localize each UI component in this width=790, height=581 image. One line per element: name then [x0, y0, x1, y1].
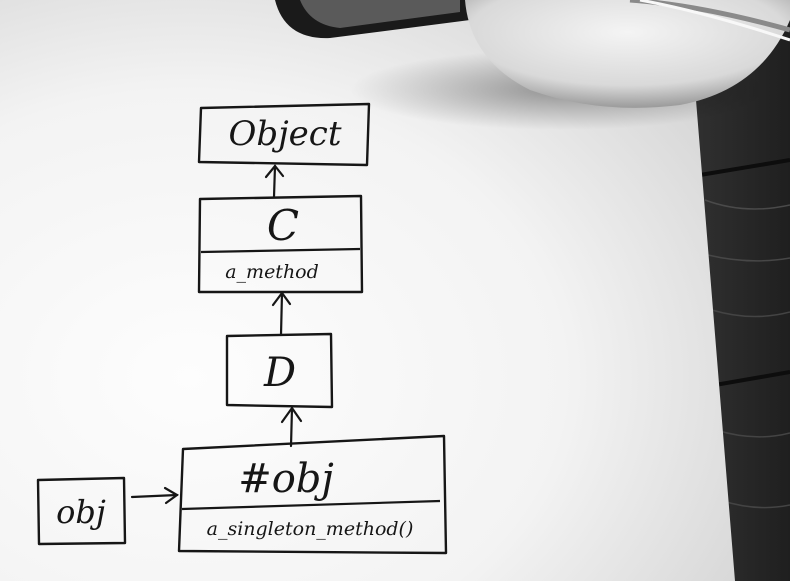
node-c-method: a_method — [225, 261, 319, 283]
node-obj-label: obj — [56, 493, 106, 531]
node-d-label: D — [263, 350, 296, 396]
diagram-photo: Object C a_method D #obj a_singleton_met… — [0, 0, 790, 581]
node-singleton-method: a_singleton_method() — [207, 518, 414, 540]
node-object-label: Object — [228, 114, 341, 154]
node-singleton-label: #obj — [238, 456, 334, 502]
node-c-label: C — [267, 201, 299, 250]
